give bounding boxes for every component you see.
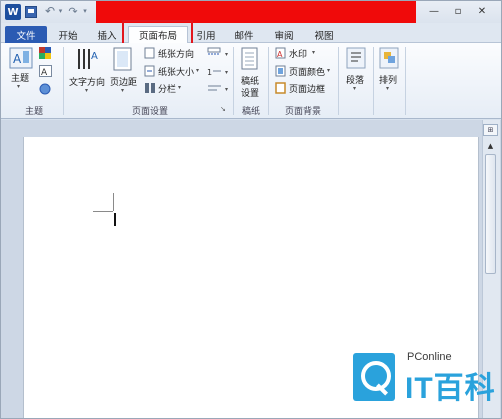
- line-numbers-dropdown-icon[interactable]: ▾: [225, 69, 228, 76]
- breaks-icon[interactable]: [207, 47, 223, 59]
- scrollbar-thumb[interactable]: [485, 154, 496, 274]
- ruler-toggle-icon[interactable]: ⊞: [483, 124, 498, 136]
- margins-dropdown-icon[interactable]: ▾: [121, 87, 124, 94]
- orientation-label[interactable]: 纸张方向: [158, 47, 202, 60]
- svg-text:1: 1: [207, 68, 212, 77]
- margin-crop-mark-horizontal: [93, 211, 113, 212]
- search-logo-icon: [353, 353, 395, 401]
- size-label[interactable]: 纸张大小: [158, 65, 194, 78]
- line-numbers-icon[interactable]: 1: [207, 65, 223, 77]
- orientation-icon[interactable]: [144, 47, 156, 59]
- group-divider: [373, 47, 374, 115]
- tab-home[interactable]: 开始: [51, 26, 85, 43]
- page-color-icon[interactable]: [275, 65, 287, 77]
- breaks-dropdown-icon[interactable]: ▾: [225, 51, 228, 58]
- columns-dropdown-icon[interactable]: ▾: [178, 84, 181, 91]
- customize-quick-access-icon[interactable]: ▾: [81, 4, 89, 18]
- title-bar: W ↶ ▾ ↷ ▾ — ▫ ✕: [1, 1, 501, 23]
- text-cursor: [114, 213, 116, 226]
- page-borders-icon[interactable]: [275, 82, 287, 94]
- scroll-up-icon[interactable]: ▲: [483, 140, 498, 152]
- redo-icon[interactable]: ↷: [67, 4, 79, 18]
- themes-dropdown-icon[interactable]: ▾: [17, 83, 20, 90]
- tab-view[interactable]: 视图: [307, 26, 341, 43]
- manuscript-setup-icon[interactable]: [241, 47, 259, 71]
- theme-colors-icon[interactable]: [39, 47, 53, 59]
- watermark-dropdown-icon[interactable]: ▾: [312, 49, 315, 56]
- text-direction-dropdown-icon[interactable]: ▾: [85, 87, 88, 94]
- undo-dropdown-icon[interactable]: ▾: [57, 4, 64, 18]
- svg-text:A: A: [277, 50, 283, 59]
- word-app-icon[interactable]: W: [5, 4, 21, 20]
- paragraph-dropdown-icon[interactable]: ▾: [353, 85, 356, 92]
- group-divider: [405, 47, 406, 115]
- text-direction-icon[interactable]: A: [75, 47, 99, 71]
- group-divider: [63, 47, 64, 115]
- page-color-dropdown-icon[interactable]: ▾: [327, 67, 330, 74]
- themes-group-label: 主题: [24, 107, 43, 117]
- save-icon[interactable]: [25, 6, 37, 18]
- size-icon[interactable]: [144, 65, 156, 77]
- group-divider: [338, 47, 339, 115]
- page-borders-label[interactable]: 页面边框: [289, 82, 325, 95]
- page-background-group-label: 页面背景: [284, 107, 321, 117]
- tab-review[interactable]: 审阅: [267, 26, 301, 43]
- arrange-dropdown-icon[interactable]: ▾: [386, 85, 389, 92]
- theme-effects-icon[interactable]: [39, 83, 53, 95]
- undo-icon[interactable]: ↶: [43, 4, 57, 18]
- watermark-icon[interactable]: A: [275, 47, 287, 59]
- group-divider: [233, 47, 234, 115]
- watermark-brand: PConline: [407, 351, 452, 363]
- themes-icon[interactable]: A: [9, 47, 33, 69]
- columns-label[interactable]: 分栏: [158, 82, 176, 95]
- page-setup-group-label: 页面设置: [131, 107, 168, 117]
- svg-text:A: A: [41, 68, 48, 77]
- minimize-button[interactable]: —: [425, 4, 443, 18]
- size-dropdown-icon[interactable]: ▾: [196, 67, 199, 74]
- tab-file[interactable]: 文件: [5, 26, 47, 43]
- hyphenation-icon[interactable]: [207, 82, 223, 94]
- word-window: W ↶ ▾ ↷ ▾ — ▫ ✕ 文件 开始 插入 页面布局 引用 邮件 审阅 视…: [0, 0, 502, 419]
- tab-insert[interactable]: 插入: [89, 26, 125, 43]
- margins-icon[interactable]: [113, 47, 133, 71]
- manuscript-setup-label-line2[interactable]: 设置: [241, 86, 259, 99]
- ribbon-page-layout: A 主题 ▾ A 主题 A 文字方向 ▾ 页边距 ▾ 纸张方向 纸张大小 ▾ 分…: [1, 43, 501, 119]
- page-setup-launcher-icon[interactable]: ↘: [220, 105, 226, 113]
- paragraph-icon[interactable]: [346, 47, 366, 69]
- arrange-icon[interactable]: [379, 47, 399, 69]
- svg-text:A: A: [13, 52, 22, 66]
- close-button[interactable]: ✕: [473, 4, 491, 18]
- page-color-label[interactable]: 页面颜色: [289, 65, 325, 78]
- margin-crop-mark-vertical: [113, 193, 114, 211]
- columns-icon[interactable]: [144, 82, 156, 94]
- pconline-watermark: PConline IT百科: [351, 351, 501, 411]
- theme-fonts-icon[interactable]: A: [39, 65, 53, 77]
- maximize-button[interactable]: ▫: [449, 4, 467, 18]
- hyphenation-dropdown-icon[interactable]: ▾: [225, 86, 228, 93]
- watermark-text: IT百科: [405, 372, 496, 405]
- group-divider: [268, 47, 269, 115]
- manuscript-group-label: 稿纸: [241, 107, 260, 117]
- tab-references[interactable]: 引用: [191, 26, 221, 43]
- ribbon-tab-row: 文件 开始 插入 页面布局 引用 邮件 审阅 视图 ⌃ ?: [1, 23, 501, 61]
- svg-text:A: A: [91, 51, 98, 62]
- watermark-label[interactable]: 水印: [289, 47, 307, 60]
- tab-mailings[interactable]: 邮件: [227, 26, 261, 43]
